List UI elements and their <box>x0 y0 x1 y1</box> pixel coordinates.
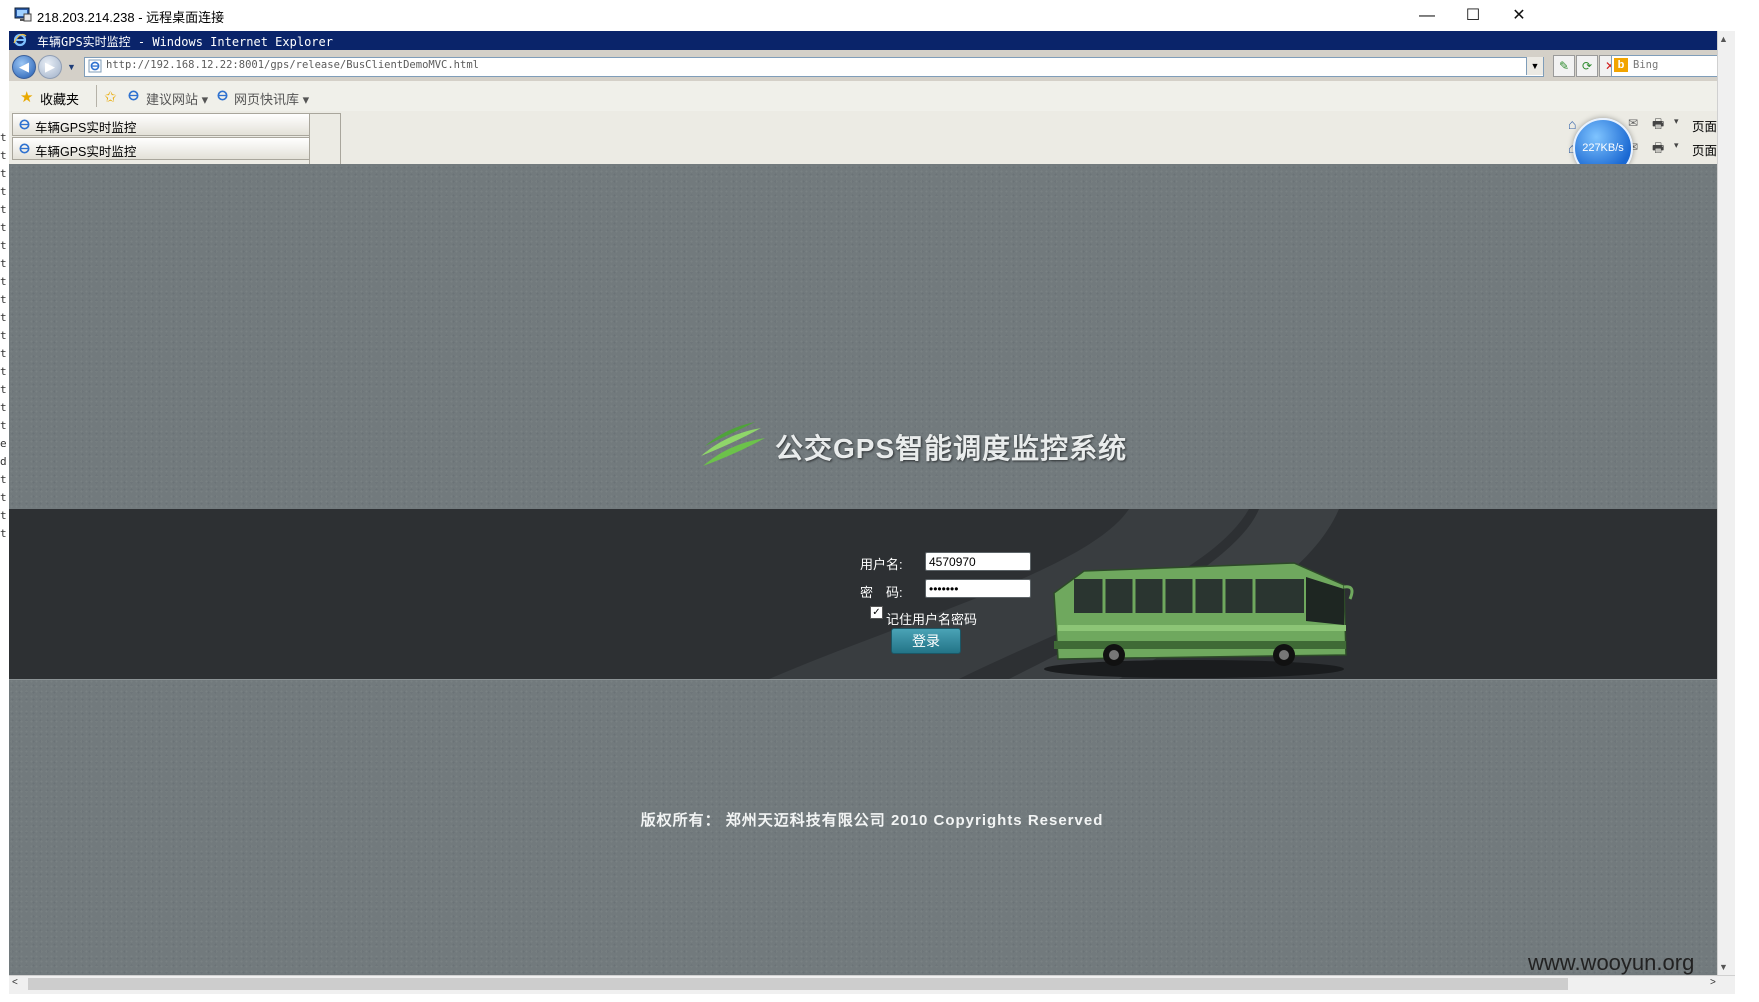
login-button[interactable]: 登录 <box>891 628 961 654</box>
tab-ie-icon <box>19 143 30 154</box>
new-tab-button[interactable] <box>309 113 341 166</box>
back-button[interactable]: ◀ <box>12 55 36 79</box>
search-placeholder[interactable]: Bing <box>1633 59 1658 71</box>
desktop-text-char: t <box>0 491 7 504</box>
desktop-text-char: t <box>0 293 7 306</box>
tab-label: 车辆GPS实时监控 <box>35 121 137 135</box>
desktop-text-char: t <box>0 257 7 270</box>
print-icon[interactable]: 🖶 <box>1652 139 1664 161</box>
tab-ie-icon <box>19 119 30 130</box>
desktop-text-char: t <box>0 383 7 396</box>
forward-arrow-icon: ▶ <box>45 59 55 74</box>
minimize-button[interactable]: — <box>1404 0 1450 31</box>
scroll-up-icon[interactable]: ▲ <box>1719 34 1728 44</box>
desktop-background-strip: tttttttttttttttttedtttt <box>0 31 9 1002</box>
vertical-scrollbar[interactable] <box>1717 31 1736 975</box>
page-ie-icon <box>88 59 102 73</box>
desktop-text-char: d <box>0 455 7 468</box>
username-label: 用户名: <box>860 557 903 572</box>
feeds-icon[interactable]: ✉ <box>1628 116 1638 130</box>
login-page: 公交GPS智能调度监控系统 用户名: 4570970 密 码: ••••••• … <box>9 164 1735 975</box>
maximize-button[interactable]: ☐ <box>1450 0 1496 31</box>
recent-pages-dropdown-icon[interactable]: ▼ <box>67 62 76 72</box>
remember-checkbox[interactable]: ✓ <box>870 606 883 619</box>
ie-logo-icon <box>13 33 27 47</box>
desktop-text-char: t <box>0 329 7 342</box>
print-icon[interactable]: 🖶 <box>1652 115 1664 137</box>
system-title: 公交GPS智能调度监控系统 <box>775 433 1128 464</box>
desktop-text-char: t <box>0 401 7 414</box>
close-button[interactable]: ✕ <box>1496 0 1542 31</box>
favorites-button[interactable]: 收藏夹 <box>40 89 79 108</box>
scroll-right-icon[interactable]: > <box>1710 977 1716 988</box>
desktop-text-char: t <box>0 509 7 522</box>
rdp-window-title: 218.203.214.238 - 远程桌面连接 <box>37 10 225 25</box>
back-arrow-icon: ◀ <box>19 59 29 74</box>
copyright-text: 版权所有： 郑州天迈科技有限公司 2010 Copyrights Reserve… <box>640 812 1104 829</box>
desktop-text-char: t <box>0 149 7 162</box>
password-label: 密 码: <box>860 585 903 600</box>
horizontal-scroll-thumb[interactable] <box>28 978 1568 990</box>
desktop-text-char: t <box>0 185 7 198</box>
address-url[interactable]: http://192.168.12.22:8001/gps/release/Bu… <box>106 59 479 71</box>
desktop-text-char: e <box>0 437 7 450</box>
password-input[interactable]: ••••••• <box>925 579 1031 598</box>
ie-window-title: 车辆GPS实时监控 - Windows Internet Explorer <box>37 35 333 49</box>
scroll-left-icon[interactable]: < <box>12 977 18 988</box>
desktop-text-char: t <box>0 311 7 324</box>
print-dropdown-icon[interactable]: ▾ <box>1674 140 1679 151</box>
desktop-text-char: t <box>0 347 7 360</box>
desktop-text-char: t <box>0 203 7 216</box>
desktop-text-char: t <box>0 275 7 288</box>
favorites-star-icon: ★ <box>20 89 34 106</box>
web-slice-ie-icon <box>217 90 228 101</box>
desktop-text-char: t <box>0 221 7 234</box>
desktop-text-char: t <box>0 365 7 378</box>
add-favorite-icon[interactable]: ✩ <box>104 88 117 106</box>
desktop-text-char: t <box>0 527 7 540</box>
forward-button[interactable]: ▶ <box>38 55 62 79</box>
suggested-sites-link[interactable]: 建议网站 ▾ <box>146 89 208 108</box>
desktop-text-char: t <box>0 167 7 180</box>
watermark: www.wooyun.org <box>1528 950 1695 975</box>
toolbar-divider <box>96 85 97 107</box>
refresh-icon[interactable]: ⟳ <box>1576 55 1598 77</box>
desktop-text-char: t <box>0 239 7 252</box>
compatibility-view-icon[interactable]: ✎ <box>1553 55 1575 77</box>
suggested-sites-ie-icon <box>128 90 139 101</box>
scroll-down-icon[interactable]: ▼ <box>1719 962 1728 972</box>
remote-desktop-icon <box>14 7 32 22</box>
remember-label: 记住用户名密码 <box>886 612 978 627</box>
tab-gps-monitor-1[interactable]: 车辆GPS实时监控 <box>12 113 310 136</box>
desktop-text-char: t <box>0 473 7 486</box>
desktop-edge <box>1735 31 1759 1002</box>
ie-titlebar: 车辆GPS实时监控 - Windows Internet Explorer <box>9 31 1735 50</box>
desktop-text-char: t <box>0 419 7 432</box>
tab-label: 车辆GPS实时监控 <box>35 145 137 159</box>
print-dropdown-icon[interactable]: ▾ <box>1674 116 1679 127</box>
desktop-text-char: t <box>0 131 7 144</box>
web-slice-gallery-link[interactable]: 网页快讯库 ▾ <box>234 89 309 108</box>
bus-illustration <box>1044 562 1354 678</box>
address-dropdown-icon[interactable]: ▼ <box>1526 57 1543 75</box>
username-input[interactable]: 4570970 <box>925 552 1031 571</box>
home-icon[interactable]: ⌂ <box>1568 116 1576 132</box>
system-logo-icon <box>701 422 765 466</box>
tab-gps-monitor-2[interactable]: 车辆GPS实时监控 <box>12 137 310 160</box>
bing-logo-icon: b <box>1614 58 1628 72</box>
